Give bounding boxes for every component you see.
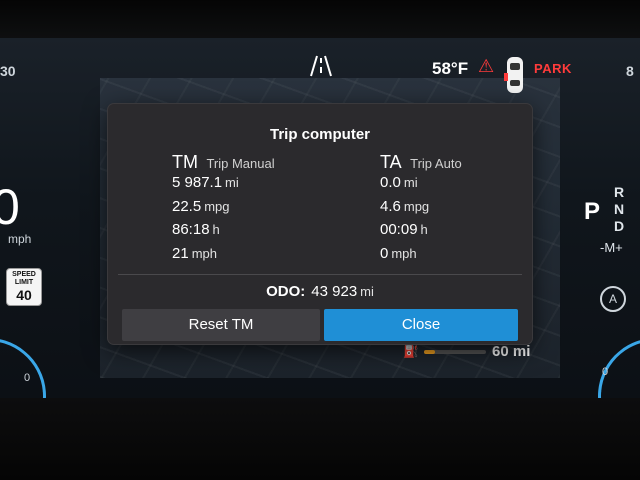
speed-readout: 0 bbox=[0, 179, 20, 235]
dialog-divider bbox=[118, 274, 522, 275]
distance-value: 0.0 bbox=[380, 174, 401, 191]
speed-limit-value: 40 bbox=[16, 287, 32, 303]
manual-mode-indicator: -M+ bbox=[600, 240, 623, 255]
seatbelt-warning-icon: ⚠ bbox=[478, 56, 495, 76]
speed-limit-caption-1: SPEED bbox=[12, 271, 36, 278]
speed-limit-caption-2: LIMIT bbox=[14, 279, 34, 286]
trip-manual-name: Trip Manual bbox=[206, 156, 275, 171]
avg-speed-value: 21 bbox=[172, 244, 189, 262]
bottom-bezel bbox=[0, 398, 640, 480]
avg-speed-unit: mph bbox=[191, 245, 217, 261]
gear-options: R N D bbox=[614, 184, 624, 235]
trip-manual-header: TM Trip Manual bbox=[172, 152, 275, 174]
gear-selected: P bbox=[584, 198, 601, 225]
trip-auto-column: TA Trip Auto 0.0 mi 4.6 mpg 00:09 h 0 mph bbox=[380, 152, 462, 268]
time-value: 00:09 bbox=[380, 221, 418, 238]
distance-value: 5 987.1 bbox=[172, 174, 223, 191]
park-indicator: PARK bbox=[534, 61, 572, 76]
trip-manual-time: 86:18 h bbox=[172, 221, 275, 245]
trip-auto-code: TA bbox=[380, 152, 402, 172]
gear-option: D bbox=[614, 218, 625, 234]
trip-computer-dialog: Trip computer TM Trip Manual 5 987.1 mi 2… bbox=[108, 104, 532, 344]
tachometer-zero-mark: 0 bbox=[602, 366, 609, 378]
road-lanes-icon bbox=[308, 54, 334, 83]
avg-speed-unit: mph bbox=[391, 245, 417, 261]
consumption-value: 22.5 bbox=[172, 197, 202, 215]
outside-temperature: 58°F bbox=[432, 59, 469, 78]
tachometer-arc bbox=[574, 314, 640, 398]
trip-auto-name: Trip Auto bbox=[410, 156, 462, 171]
range-value: 60 bbox=[492, 343, 509, 360]
fuel-level-bar bbox=[424, 350, 486, 354]
trip-manual-code: TM bbox=[172, 152, 198, 172]
range-unit: mi bbox=[512, 343, 531, 360]
trip-manual-consumption: 22.5 mpg bbox=[172, 198, 275, 222]
consumption-unit: mpg bbox=[403, 198, 430, 214]
right-edge-readout: 8 bbox=[626, 63, 634, 79]
top-bezel bbox=[0, 0, 640, 38]
close-button[interactable]: Close bbox=[324, 309, 518, 341]
gear-option: R bbox=[614, 184, 625, 200]
consumption-unit: mpg bbox=[204, 198, 230, 214]
auto-hold-icon: A bbox=[600, 286, 626, 312]
trip-manual-column: TM Trip Manual 5 987.1 mi 22.5 mpg 86:18 h … bbox=[172, 152, 275, 268]
odometer-readout: ODO: 43 923 mi bbox=[108, 283, 532, 300]
time-unit: h bbox=[212, 222, 220, 237]
trip-auto-time: 00:09 h bbox=[380, 221, 462, 245]
time-unit: h bbox=[420, 222, 428, 237]
gear-option: N bbox=[614, 201, 625, 217]
fuel-level-fill bbox=[424, 350, 436, 354]
trip-auto-distance: 0.0 mi bbox=[380, 174, 462, 198]
car-door-icon bbox=[504, 55, 526, 100]
odometer-unit: mi bbox=[360, 284, 374, 299]
speed-limit-sign: SPEED LIMIT 40 bbox=[6, 268, 42, 306]
trip-auto-avg-speed: 0 mph bbox=[380, 245, 462, 269]
fuel-pump-icon: ⛽ bbox=[403, 343, 420, 358]
avg-speed-value: 0 bbox=[380, 244, 389, 262]
reset-tm-button[interactable]: Reset TM bbox=[122, 309, 320, 341]
time-value: 86:18 bbox=[172, 221, 210, 238]
range-readout: 60 mi bbox=[492, 343, 530, 360]
trip-manual-avg-speed: 21 mph bbox=[172, 245, 275, 269]
distance-unit: mi bbox=[225, 175, 239, 190]
trip-manual-distance: 5 987.1 mi bbox=[172, 174, 275, 198]
odometer-value: 43 923 bbox=[311, 283, 358, 300]
odometer-label: ODO: bbox=[266, 283, 306, 300]
consumption-value: 4.6 bbox=[380, 197, 401, 215]
speed-unit: mph bbox=[8, 232, 32, 246]
trip-auto-consumption: 4.6 mpg bbox=[380, 198, 462, 222]
dialog-title: Trip computer bbox=[269, 126, 370, 143]
distance-unit: mi bbox=[403, 175, 418, 190]
speedometer-arc bbox=[0, 314, 70, 398]
left-edge-readout: 30 bbox=[0, 63, 16, 79]
speedometer-zero-mark: 0 bbox=[24, 372, 31, 384]
trip-auto-header: TA Trip Auto bbox=[380, 152, 462, 174]
